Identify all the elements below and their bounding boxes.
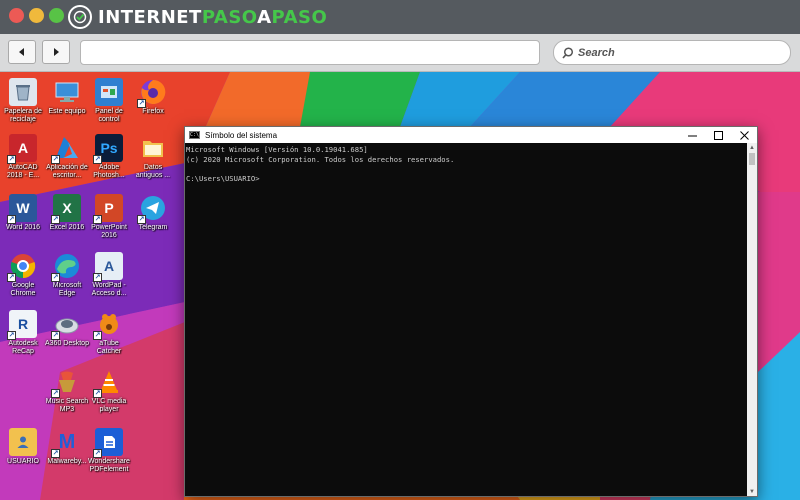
desktop-icon-control-panel[interactable]: Panel de control (86, 78, 132, 124)
telegram-icon: ↗ (137, 194, 167, 224)
cmd-title: Símbolo del sistema (205, 130, 278, 140)
desktop-icon-malwarebytes[interactable]: M ↗ Malwareby... (44, 428, 90, 466)
desktop: Papelera de reciclaje A ↗ AutoCAD 2018 - … (0, 72, 800, 500)
a360-icon: ↗ (51, 310, 81, 340)
recycle-bin-icon (9, 78, 37, 106)
cmd-app-icon: C:\ (189, 131, 200, 139)
scroll-down-arrow-icon[interactable]: ▼ (747, 487, 757, 496)
search-icon (562, 46, 574, 59)
word-icon: W ↗ (7, 194, 37, 224)
cmd-console[interactable]: Microsoft Windows [Versión 10.0.19041.68… (185, 143, 747, 496)
cmd-line: (c) 2020 Microsoft Corporation. Todos lo… (186, 154, 455, 164)
desktop-icon-a360[interactable]: ↗ A360 Desktop (44, 310, 90, 348)
autocad-icon: A ↗ (7, 134, 37, 164)
pdfelement-icon: ↗ (93, 428, 123, 458)
scroll-thumb[interactable] (749, 153, 755, 165)
cmd-line: ​ (186, 164, 746, 174)
cmd-prompt[interactable]: C:\Users\USUARIO> (186, 174, 746, 184)
desktop-icon-music-search[interactable]: ↗ Music Search MP3 (44, 368, 90, 414)
logo-text: INTERNETPASOAPASO (98, 6, 328, 28)
desktop-icon-wordpad[interactable]: A ↗ WordPad - Acceso d... (86, 252, 132, 298)
user-folder-icon (9, 428, 37, 456)
computer-icon (53, 78, 81, 106)
recap-icon: R ↗ (7, 310, 37, 340)
chrome-icon: ↗ (7, 252, 37, 282)
arrow-left-icon (19, 48, 24, 56)
azure-icon: ↗ (51, 134, 81, 164)
desktop-icon-vlc[interactable]: ↗ VLC media player (86, 368, 132, 414)
desktop-icon-recycle-bin[interactable]: Papelera de reciclaje (0, 78, 46, 124)
excel-icon: X ↗ (51, 194, 81, 224)
maximize-icon (713, 130, 723, 140)
desktop-icon-autocad[interactable]: A ↗ AutoCAD 2018 - E... (0, 134, 46, 180)
cmd-titlebar[interactable]: C:\ Símbolo del sistema (185, 127, 757, 143)
site-logo: INTERNETPASOAPASO (68, 4, 327, 30)
music-search-icon: ↗ (51, 368, 81, 398)
firefox-icon: ↗ (137, 78, 167, 108)
globe-icon (68, 5, 92, 29)
cmd-maximize-button[interactable] (705, 127, 731, 143)
desktop-icon-edge[interactable]: ↗ Microsoft Edge (44, 252, 90, 298)
desktop-icon-datos-antiguos[interactable]: Datos antiguos ... (130, 134, 176, 180)
cmd-window[interactable]: C:\ Símbolo del sistema Microsoft Window… (184, 126, 758, 497)
cmd-minimize-button[interactable] (679, 127, 705, 143)
desktop-icon-firefox[interactable]: ↗ Firefox (130, 78, 176, 116)
close-window-button[interactable] (9, 8, 24, 23)
back-button[interactable] (8, 40, 36, 64)
desktop-icon-chrome[interactable]: ↗ Google Chrome (0, 252, 46, 298)
vlc-icon: ↗ (93, 368, 123, 398)
arrow-right-icon (54, 48, 59, 56)
desktop-icon-this-pc[interactable]: Este equipo (44, 78, 90, 116)
desktop-icon-atube[interactable]: ↗ aTube Catcher (86, 310, 132, 356)
wordpad-icon: A ↗ (93, 252, 123, 282)
desktop-icon-excel[interactable]: X ↗ Excel 2016 (44, 194, 90, 232)
cmd-close-button[interactable] (731, 127, 757, 143)
control-panel-icon (95, 78, 123, 106)
photoshop-icon: Ps ↗ (93, 134, 123, 164)
forward-button[interactable] (42, 40, 70, 64)
desktop-icon-word[interactable]: W ↗ Word 2016 (0, 194, 46, 232)
desktop-icon-telegram[interactable]: ↗ Telegram (130, 194, 176, 232)
minimize-window-button[interactable] (29, 8, 44, 23)
folder-icon (139, 134, 167, 162)
edge-icon: ↗ (51, 252, 81, 282)
cmd-line: Microsoft Windows [Versión 10.0.19041.68… (186, 145, 368, 154)
atube-icon: ↗ (93, 310, 123, 340)
scroll-up-arrow-icon[interactable]: ▲ (747, 143, 757, 152)
malwarebytes-icon: M ↗ (51, 430, 76, 458)
search-placeholder: Search (578, 46, 615, 59)
desktop-icon-pdfelement[interactable]: ↗ Wondershare PDFelement (86, 428, 132, 474)
desktop-icon-powerpoint[interactable]: P ↗ PowerPoint 2016 (86, 194, 132, 240)
desktop-icon-photoshop[interactable]: Ps ↗ Adobe Photosh... (86, 134, 132, 180)
desktop-icon-recap[interactable]: R ↗ Autodesk ReCap (0, 310, 46, 356)
cmd-scrollbar[interactable]: ▲ ▼ (747, 143, 757, 496)
close-icon (739, 130, 749, 140)
powerpoint-icon: P ↗ (93, 194, 123, 224)
desktop-icon-azure[interactable]: ↗ Aplicación de escritor... (44, 134, 90, 180)
browser-titlebar: INTERNETPASOAPASO (0, 0, 800, 34)
maximize-window-button[interactable] (49, 8, 64, 23)
search-input[interactable]: Search (553, 40, 791, 65)
minimize-icon (687, 135, 697, 136)
desktop-icon-usuario[interactable]: USUARIO (0, 428, 46, 466)
address-bar[interactable] (80, 40, 540, 65)
browser-toolbar: Search (0, 34, 800, 72)
